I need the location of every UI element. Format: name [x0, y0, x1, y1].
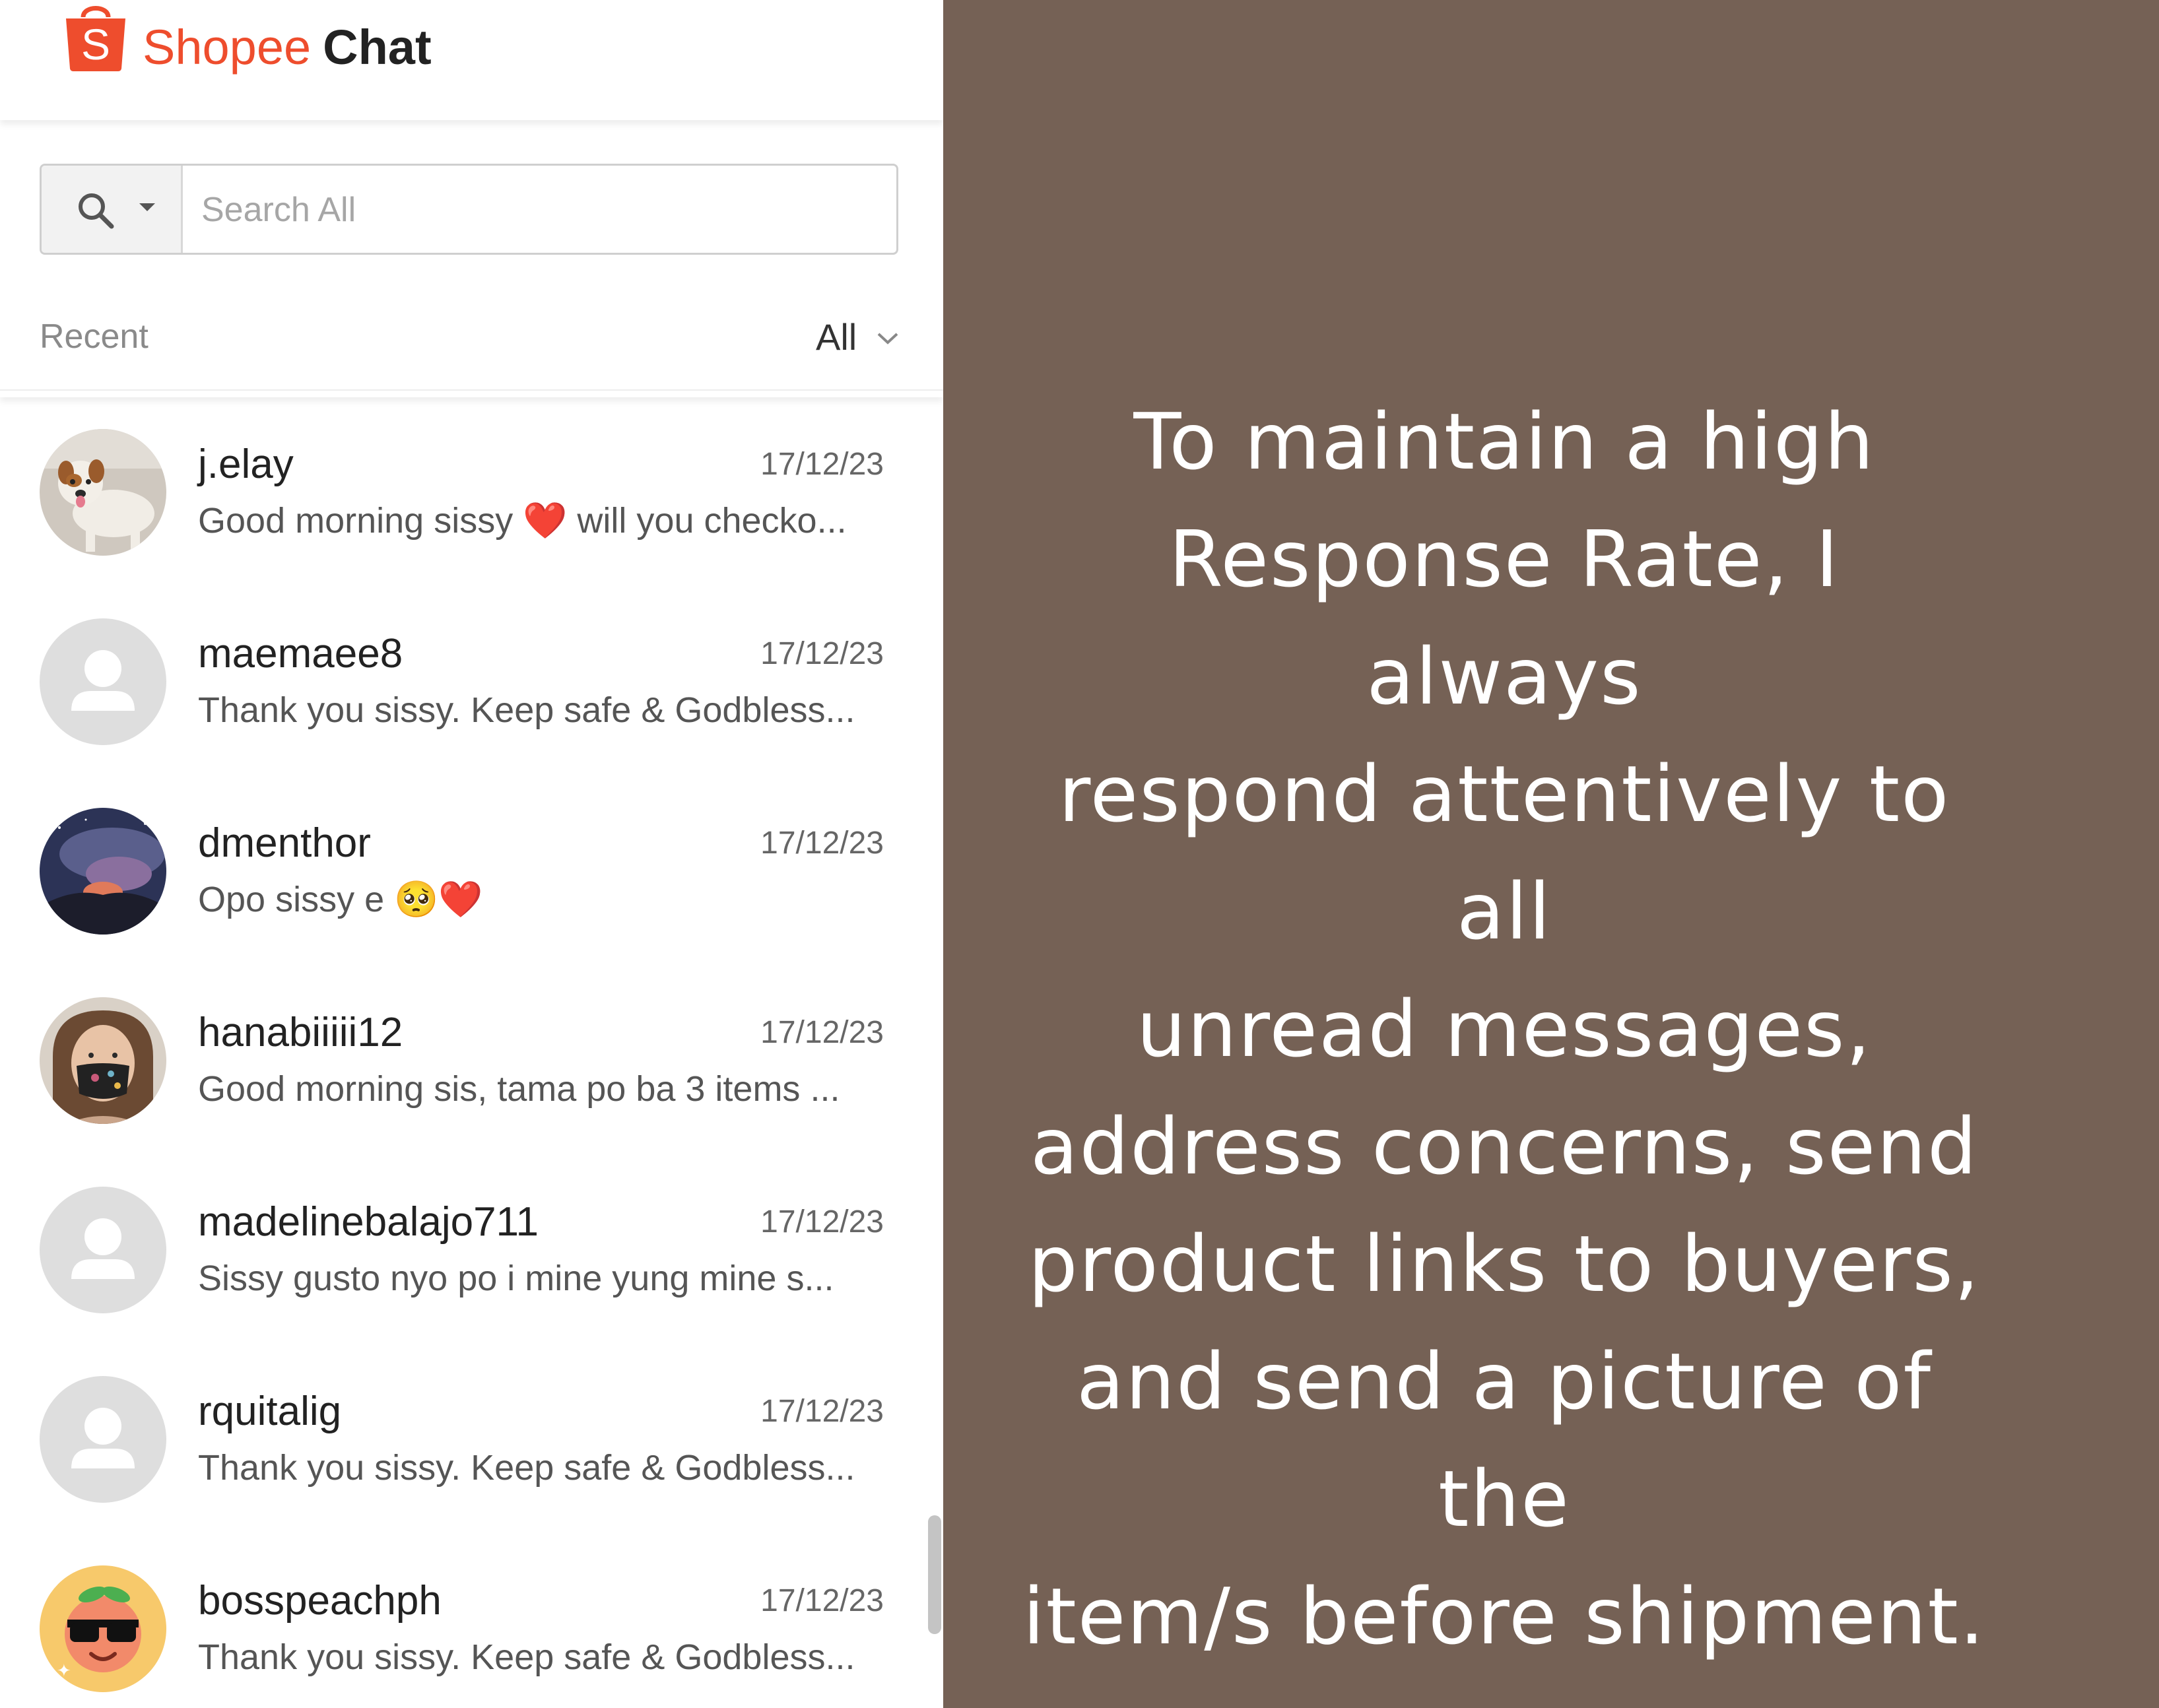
search-input[interactable]: [200, 166, 889, 253]
avatar: ✦: [40, 1565, 166, 1692]
avatar: [40, 429, 166, 556]
filter-selected-value: All: [816, 316, 857, 358]
conversation-preview: Thank you sissy. Keep safe & Godbless...: [198, 1637, 855, 1677]
conversation-preview: Thank you sissy. Keep safe & Godbless...: [198, 690, 855, 730]
conversation-name: madelinebalajo711: [198, 1199, 539, 1245]
conversation-preview: Sissy gusto nyo po i mine yung mine s...: [198, 1259, 834, 1298]
recent-label: Recent: [40, 317, 149, 356]
conversation-preview: Good morning sis, tama po ba 3 items ...: [198, 1069, 840, 1109]
filter-dropdown[interactable]: All: [816, 315, 898, 358]
default-user-icon: [40, 618, 166, 745]
conversation-item[interactable]: madelinebalajo711 17/12/23 Sissy gusto n…: [0, 1154, 943, 1343]
conversation-date: 17/12/23: [760, 1204, 884, 1239]
avatar: [40, 1376, 166, 1503]
default-user-icon: [40, 1376, 166, 1503]
message-line: item/s before shipment.: [1022, 1571, 1986, 1662]
message-line: product links to buyers,: [1028, 1218, 1981, 1309]
conversation-name: bosspeachph: [198, 1578, 442, 1624]
conversation-date: 17/12/23: [760, 1583, 884, 1618]
svg-text:S: S: [81, 20, 110, 69]
filter-row: Recent All: [0, 304, 943, 370]
message-line: To maintain a high: [1133, 396, 1875, 487]
conversation-name: j.elay: [198, 442, 294, 487]
product-name: Chat: [323, 20, 432, 75]
conversation-item[interactable]: hanabiiiii12 17/12/23 Good morning sis, …: [0, 964, 943, 1154]
avatar: [40, 618, 166, 745]
svg-text:✦: ✦: [57, 1661, 71, 1681]
conversation-date: 17/12/23: [760, 447, 884, 482]
avatar: [40, 997, 166, 1124]
message-line: and send a picture of the: [1077, 1336, 1932, 1544]
conversation-date: 17/12/23: [760, 1394, 884, 1429]
conversation-preview: Opo sissy e 🥺❤️: [198, 880, 483, 919]
conversation-name: maemaee8: [198, 631, 403, 676]
message-line: address concerns, send: [1030, 1101, 1978, 1192]
page: S ShopeeChat Recent All: [0, 0, 2159, 1708]
message-line: unread messages,: [1136, 983, 1873, 1074]
dog-avatar-icon: [40, 429, 166, 556]
chat-header: S Shopee Chat: [0, 0, 943, 120]
conversation-item[interactable]: dmenthor 17/12/23 Opo sissy e 🥺❤️: [0, 775, 943, 964]
message-panel: To maintain a high Response Rate, I alwa…: [943, 0, 2159, 1708]
search-box: [40, 164, 898, 255]
conversation-list: j.elay 17/12/23 Good morning sissy ❤️ wi…: [0, 396, 943, 1708]
message-line: Response Rate, I always: [1168, 513, 1840, 722]
conversation-preview: Thank you sissy. Keep safe & Godbless...: [198, 1448, 855, 1488]
conversation-name: rquitalig: [198, 1389, 342, 1434]
shopee-bag-icon[interactable]: S: [62, 0, 129, 73]
peach-avatar-icon: ✦: [40, 1565, 166, 1692]
search-scope-dropdown[interactable]: [42, 166, 183, 253]
conversation-item[interactable]: ✦ bosspeachph 17/12/23 Thank you sissy. …: [0, 1532, 943, 1708]
conversation-item[interactable]: rquitalig 17/12/23 Thank you sissy. Keep…: [0, 1343, 943, 1532]
brand-name: Shopee: [143, 20, 312, 75]
search-icon: [79, 193, 114, 229]
default-user-icon: [40, 1187, 166, 1313]
conversation-name: dmenthor: [198, 820, 371, 866]
conversation-date: 17/12/23: [760, 826, 884, 861]
avatar: [40, 1187, 166, 1313]
conversation-item[interactable]: j.elay 17/12/23 Good morning sissy ❤️ wi…: [0, 396, 943, 585]
chat-panel: S ShopeeChat Recent All: [0, 0, 943, 1708]
conversation-name: hanabiiiii12: [198, 1010, 403, 1055]
avatar: [40, 808, 166, 935]
conversation-item[interactable]: maemaee8 17/12/23 Thank you sissy. Keep …: [0, 585, 943, 775]
volcano-avatar-icon: [40, 808, 166, 935]
scrollbar-thumb[interactable]: [928, 1515, 941, 1634]
person-avatar-icon: [40, 997, 166, 1124]
chevron-down-icon: [877, 333, 898, 345]
message-line: respond attentively to all: [1058, 748, 1950, 957]
caret-down-icon: [139, 203, 155, 211]
brand-title: Shopee Chat: [143, 15, 432, 81]
conversation-date: 17/12/23: [760, 636, 884, 671]
conversation-date: 17/12/23: [760, 1015, 884, 1050]
conversation-preview: Good morning sissy ❤️ will you checko...: [198, 501, 847, 541]
message-text: To maintain a high Response Rate, I alwa…: [1022, 383, 1986, 1675]
